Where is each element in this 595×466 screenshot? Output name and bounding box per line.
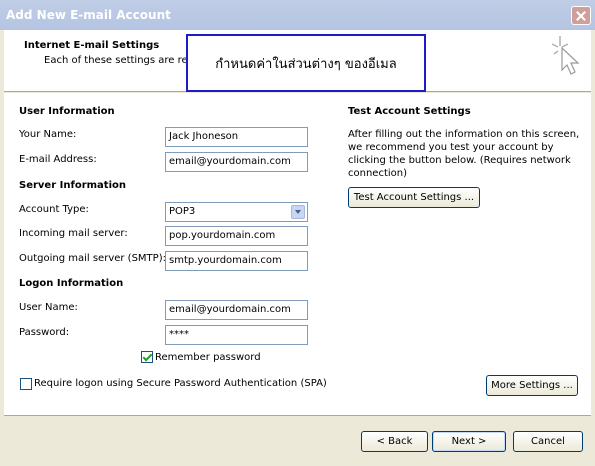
settings-panel: User Information Your Name: Jack Jhoneso… [4,93,591,416]
user-info-heading: User Information [19,106,115,117]
remember-password-checkbox[interactable] [141,351,153,363]
window-title: Add New E-mail Account [6,8,171,22]
more-settings-button[interactable]: More Settings ... [486,375,578,396]
spa-checkbox[interactable] [20,378,32,390]
email-label: E-mail Address: [19,154,97,165]
logon-info-heading: Logon Information [19,278,124,289]
test-settings-heading: Test Account Settings [348,106,471,117]
cancel-button[interactable]: Cancel [513,431,583,452]
next-button[interactable]: Next > [432,431,506,452]
outgoing-server-field[interactable]: smtp.yourdomain.com [165,251,308,271]
server-info-heading: Server Information [19,180,126,191]
name-field[interactable]: Jack Jhoneson [165,127,308,147]
chevron-down-icon[interactable] [291,205,305,219]
test-account-settings-button[interactable]: Test Account Settings ... [348,187,480,208]
incoming-server-label: Incoming mail server: [19,228,128,239]
remember-password-label: Remember password [155,352,261,363]
header-subtitle: Each of these settings are req [44,55,195,66]
thai-callout-box: กำหนดค่าในส่วนต่างๆ ของอีเมล [186,34,426,92]
account-type-label: Account Type: [19,204,89,215]
username-field[interactable]: email@yourdomain.com [165,300,308,320]
name-label: Your Name: [19,129,77,140]
username-label: User Name: [19,302,78,313]
test-settings-description: After filling out the information on thi… [348,129,580,179]
password-field[interactable]: **** [165,325,308,345]
email-field[interactable]: email@yourdomain.com [165,152,308,172]
incoming-server-field[interactable]: pop.yourdomain.com [165,226,308,246]
outgoing-server-label: Outgoing mail server (SMTP): [19,253,166,264]
title-bar[interactable]: Add New E-mail Account [0,0,595,30]
account-type-select[interactable]: POP3 [165,202,308,222]
password-label: Password: [19,327,70,338]
back-button[interactable]: < Back [361,431,428,452]
spa-label: Require logon using Secure Password Auth… [34,378,327,389]
cursor-sparkle-icon [551,36,580,75]
close-icon[interactable] [571,6,591,25]
header-title: Internet E-mail Settings [24,40,160,51]
account-type-value: POP3 [169,206,196,217]
